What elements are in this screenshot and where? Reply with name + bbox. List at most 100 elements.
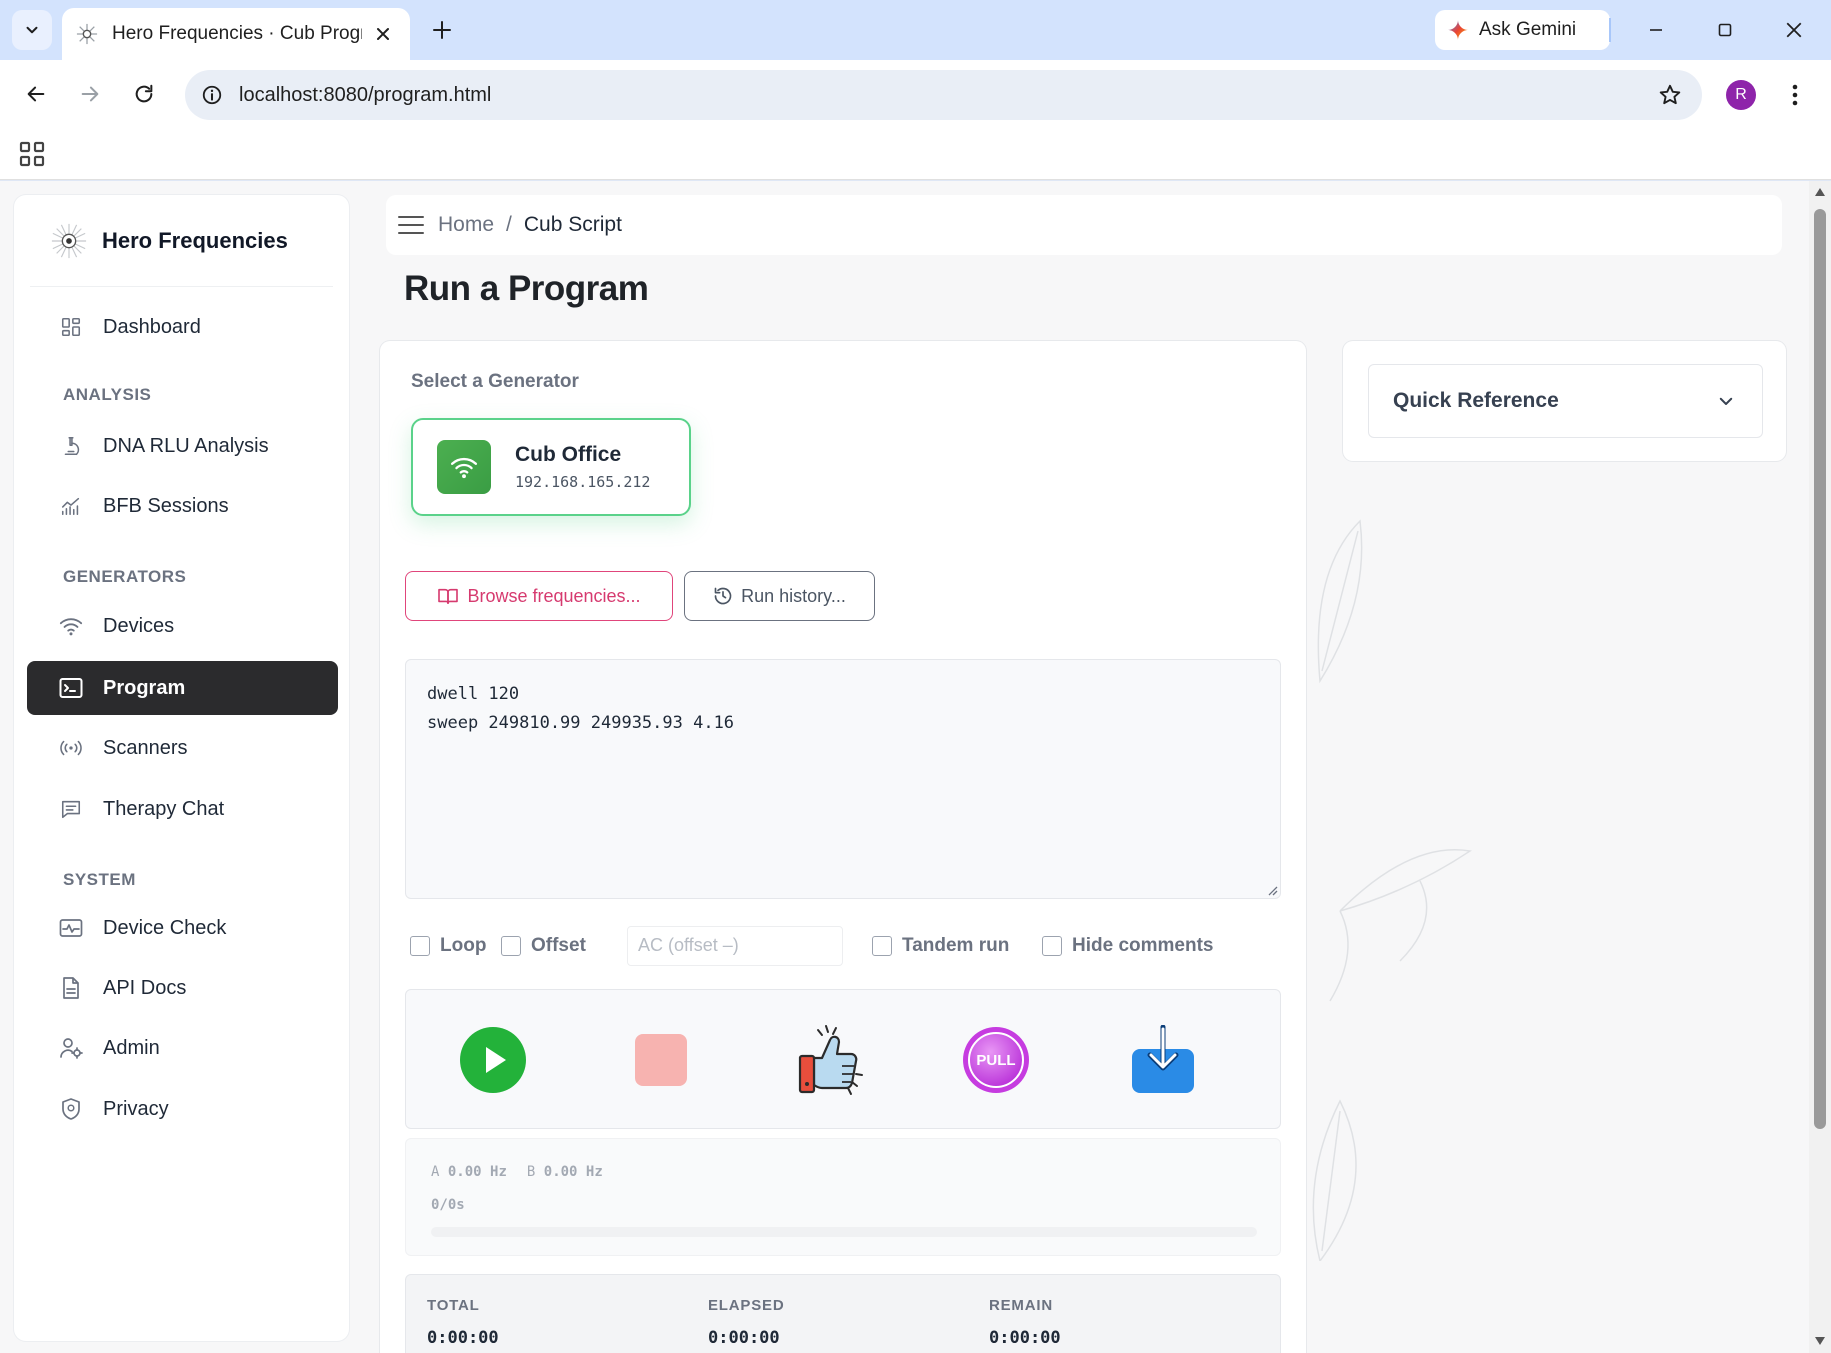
sidebar-item-api-docs[interactable]: API Docs — [27, 961, 338, 1015]
frequency-status: A 0.00 Hz B 0.00 Hz 0/0s — [405, 1138, 1281, 1256]
run-history-button[interactable]: Run history... — [684, 571, 875, 621]
close-icon — [377, 28, 389, 40]
channel-b-label: B — [526, 1164, 536, 1180]
hide-comments-checkbox[interactable] — [1042, 936, 1062, 956]
user-gear-icon — [59, 1036, 83, 1060]
minimize-button[interactable] — [1632, 10, 1680, 50]
total-value: 0:00:00 — [427, 1328, 499, 1348]
sidebar-item-label: Device Check — [103, 916, 227, 939]
sidebar-item-admin[interactable]: Admin — [27, 1021, 338, 1075]
sidebar-item-therapy-chat[interactable]: Therapy Chat — [27, 782, 338, 836]
loop-option[interactable]: Loop — [410, 926, 486, 966]
reload-button[interactable] — [124, 74, 164, 114]
brand[interactable]: Hero Frequencies — [30, 195, 333, 287]
address-bar[interactable]: localhost:8080/program.html — [185, 70, 1702, 120]
sidebar-item-program[interactable]: Program — [27, 661, 338, 715]
thumbs-up-button[interactable] — [783, 1010, 873, 1110]
generator-card-cub-office[interactable]: Cub Office 192.168.165.212 — [411, 418, 691, 516]
offset-checkbox[interactable] — [501, 936, 521, 956]
quick-reference-toggle[interactable]: Quick Reference — [1368, 364, 1763, 438]
scrollbar-thumb[interactable] — [1814, 209, 1826, 1129]
breadcrumb-home-link[interactable]: Home — [438, 213, 494, 237]
tab-close-button[interactable] — [370, 21, 396, 47]
browser-tab-bar: Hero Frequencies · Cub Program Ask Gemin… — [0, 0, 1831, 60]
play-icon — [460, 1027, 526, 1093]
elapsed-label: ELAPSED — [708, 1297, 785, 1314]
ask-gemini-button[interactable]: Ask Gemini — [1435, 10, 1610, 50]
sidebar-item-label: API Docs — [103, 976, 187, 999]
program-script-editor[interactable]: dwell 120 sweep 249810.99 249935.93 4.16 — [405, 659, 1281, 899]
chevron-down-icon — [1714, 389, 1738, 413]
quick-reference-title: Quick Reference — [1393, 389, 1559, 412]
stop-button[interactable] — [616, 1010, 706, 1110]
loop-checkbox[interactable] — [410, 936, 430, 956]
browser-toolbar: localhost:8080/program.html R — [0, 60, 1831, 128]
page-title: Run a Program — [404, 269, 649, 308]
pull-button[interactable]: PULL — [951, 1010, 1041, 1110]
tandem-run-checkbox[interactable] — [872, 936, 892, 956]
scroll-down-arrow-icon[interactable] — [1814, 1336, 1826, 1346]
back-button[interactable] — [16, 74, 56, 114]
chevron-down-icon — [26, 26, 38, 34]
tab-title: Hero Frequencies · Cub Program — [112, 23, 362, 44]
tandem-run-option[interactable]: Tandem run — [872, 926, 1009, 966]
generator-name: Cub Office — [515, 443, 622, 466]
close-window-button[interactable] — [1770, 10, 1818, 50]
ac-offset-input[interactable]: AC (offset –) — [627, 926, 843, 966]
broadcast-icon — [59, 736, 83, 760]
breadcrumb-current: Cub Script — [523, 213, 622, 236]
browser-menu-button[interactable] — [1780, 80, 1810, 110]
url-text[interactable]: localhost:8080/program.html — [239, 84, 491, 107]
sidebar-item-devices[interactable]: Devices — [27, 599, 338, 653]
browse-frequencies-button[interactable]: Browse frequencies... — [405, 571, 673, 621]
arrow-right-icon — [81, 86, 99, 102]
wifi-icon — [59, 614, 83, 638]
sidebar-item-label: BFB Sessions — [103, 494, 229, 517]
sidebar-item-scanners[interactable]: Scanners — [27, 721, 338, 775]
sidebar-item-dashboard[interactable]: Dashboard — [27, 300, 338, 354]
gemini-sparkle-icon — [1447, 19, 1469, 41]
maximize-button[interactable] — [1701, 10, 1749, 50]
sidebar-item-label: Admin — [103, 1036, 160, 1059]
play-button[interactable] — [448, 1010, 538, 1110]
remain-value: 0:00:00 — [989, 1328, 1061, 1348]
browser-tab[interactable]: Hero Frequencies · Cub Program — [62, 8, 410, 60]
step-progress-text: 0/0s — [431, 1197, 465, 1213]
profile-avatar[interactable]: R — [1726, 80, 1756, 110]
forward-button[interactable] — [70, 74, 110, 114]
hamburger-menu-icon[interactable] — [398, 215, 424, 235]
hide-comments-option[interactable]: Hide comments — [1042, 926, 1213, 966]
resize-grip-icon[interactable] — [1266, 884, 1278, 896]
sidebar-item-privacy[interactable]: Privacy — [27, 1082, 338, 1136]
maximize-icon — [1718, 23, 1732, 37]
scroll-up-arrow-icon[interactable] — [1814, 187, 1826, 197]
select-generator-label: Select a Generator — [411, 371, 579, 392]
site-info-icon[interactable] — [201, 84, 223, 106]
bookmark-star-button[interactable] — [1654, 79, 1686, 111]
bookmarks-bar — [0, 128, 1831, 180]
window-separator — [1609, 18, 1611, 42]
more-vertical-icon — [1792, 84, 1798, 106]
sidebar-item-bfb-sessions[interactable]: BFB Sessions — [27, 479, 338, 533]
apps-grid-icon[interactable] — [18, 140, 46, 168]
arrow-left-icon — [27, 86, 45, 102]
frequency-readout: A 0.00 Hz B 0.00 Hz — [431, 1164, 603, 1180]
loop-label: Loop — [440, 935, 487, 956]
section-analysis: ANALYSIS — [63, 385, 152, 404]
tab-search-button[interactable] — [12, 10, 52, 50]
brand-name: Hero Frequencies — [102, 227, 288, 253]
offset-option[interactable]: Offset — [501, 926, 586, 966]
pull-label: PULL — [976, 1051, 1016, 1069]
star-icon — [1659, 84, 1681, 105]
new-tab-button[interactable] — [424, 12, 460, 48]
breadcrumb: Home / Cub Script — [386, 195, 1782, 255]
sidebar-item-device-check[interactable]: Device Check — [27, 901, 338, 955]
document-icon — [59, 976, 83, 1000]
generator-wifi-icon — [437, 440, 491, 494]
download-button[interactable] — [1118, 1010, 1208, 1110]
sidebar-item-dna-rlu-analysis[interactable]: DNA RLU Analysis — [27, 419, 338, 473]
sidebar: Hero Frequencies Dashboard ANALYSIS DNA … — [14, 195, 349, 1341]
remain-time: REMAIN 0:00:00 — [989, 1297, 1061, 1348]
section-generators: GENERATORS — [63, 567, 187, 586]
page-scrollbar[interactable] — [1809, 181, 1831, 1353]
